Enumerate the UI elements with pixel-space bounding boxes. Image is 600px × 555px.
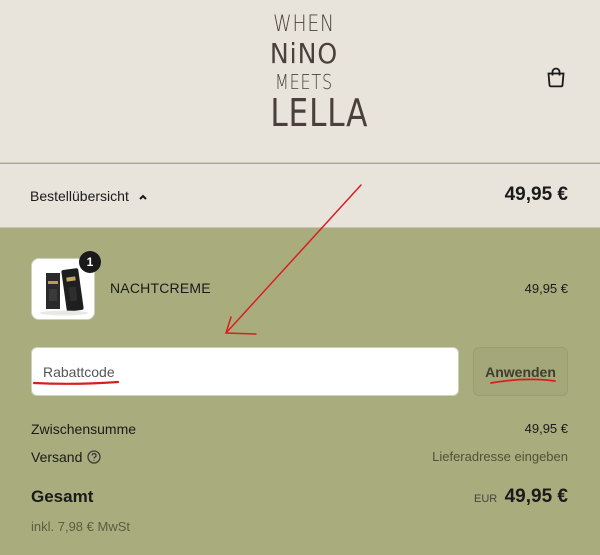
product-price: 49,95 € — [524, 281, 568, 296]
total-label: Gesamt — [31, 487, 94, 506]
logo-line: LELLA — [270, 91, 369, 135]
discount-code-input[interactable] — [31, 347, 459, 396]
logo-line: WHEN — [273, 12, 335, 37]
help-circle-icon[interactable] — [87, 450, 101, 464]
shipping-label: Versand — [31, 449, 83, 465]
order-summary-total: 49,95 € — [504, 184, 568, 205]
currency-code: EUR — [474, 493, 498, 505]
quantity-badge: 1 — [79, 251, 101, 273]
chevron-up-icon — [139, 194, 147, 200]
brand-logo[interactable]: WHEN NiNO MEETS LELLA — [263, 12, 369, 136]
order-summary-toggle[interactable]: Bestellübersicht 49,95 € — [0, 164, 600, 228]
order-summary-label: Bestellübersicht — [30, 188, 129, 204]
site-header: WHEN NiNO MEETS LELLA — [0, 0, 600, 163]
shipping-value: Lieferadresse eingeben — [432, 449, 568, 464]
tax-note: inkl. 7,98 € MwSt — [31, 519, 130, 534]
apply-discount-button[interactable]: Anwenden — [473, 347, 568, 396]
shopping-bag-icon[interactable] — [545, 66, 567, 88]
product-name: NACHTCREME — [110, 280, 211, 296]
logo-line: MEETS — [275, 70, 333, 94]
subtotal-label: Zwischensumme — [31, 421, 137, 437]
total-value: 49,95 € — [504, 486, 568, 507]
logo-line: NiNO — [269, 37, 339, 70]
subtotal-value: 49,95 € — [524, 421, 568, 436]
